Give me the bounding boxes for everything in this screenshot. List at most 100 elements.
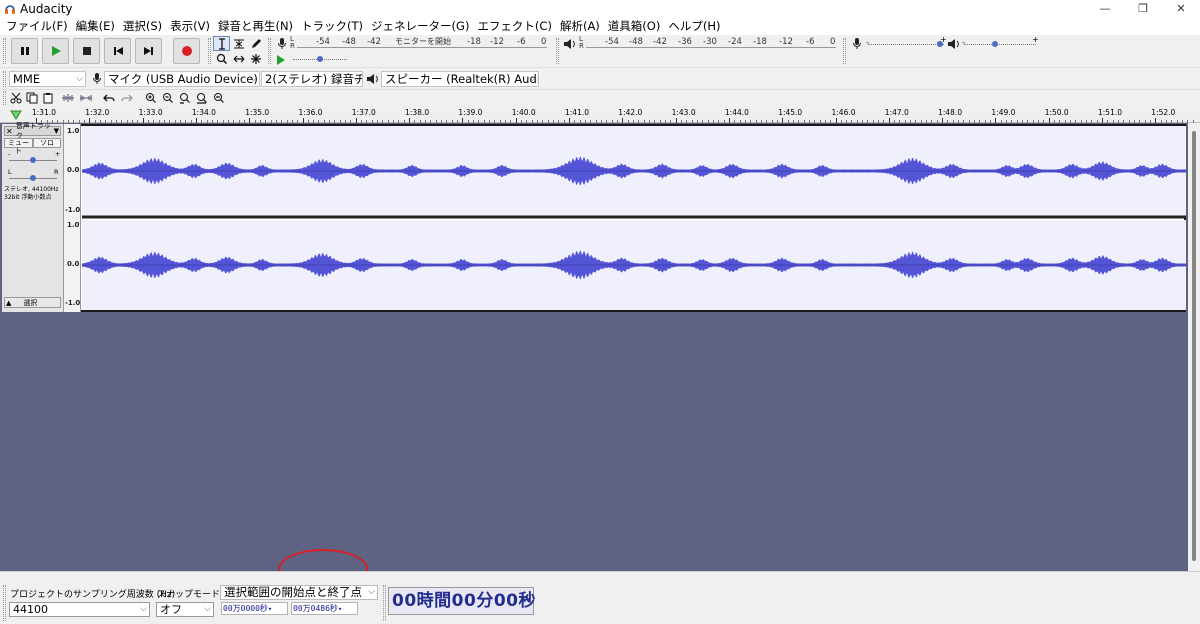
close-button[interactable]: ✕	[1162, 0, 1200, 17]
playback-volume-slider[interactable]	[964, 44, 1036, 45]
silence-button[interactable]	[78, 90, 94, 106]
select-track-button[interactable]: ▲ 選択	[4, 297, 61, 308]
stop-button[interactable]	[73, 38, 100, 64]
project-rate-select[interactable]: 44100 ⌵	[9, 602, 150, 617]
playback-volume-thumb[interactable]	[992, 41, 998, 47]
waveform[interactable]	[82, 126, 1186, 310]
fit-selection-button[interactable]	[177, 90, 193, 106]
amplitude-label: -1.0	[65, 299, 81, 307]
minimize-button[interactable]: —	[1086, 0, 1124, 17]
toolbar-grip[interactable]	[3, 585, 6, 621]
playback-speed-thumb[interactable]	[317, 56, 323, 62]
scissors-icon	[10, 92, 22, 104]
menu-edit[interactable]: 編集(E)	[72, 18, 119, 34]
toolbar-grip[interactable]	[3, 38, 6, 64]
chevron-down-icon: ▾	[337, 605, 343, 613]
play-button[interactable]	[42, 38, 69, 64]
close-track-icon[interactable]: ✕	[6, 127, 13, 136]
meter-tick: -42	[653, 37, 667, 47]
menu-generate[interactable]: ジェネレーター(G)	[367, 18, 473, 34]
toolbar-main: L R -54 -48 -42 モニターを開始 -18 -12 -6 0 L R…	[0, 35, 1200, 68]
vertical-scrollbar[interactable]	[1188, 123, 1200, 571]
toolbar-grip[interactable]	[3, 71, 6, 87]
audio-host-select[interactable]: MME ⌵	[9, 71, 86, 87]
audacity-window: Audacity — ❐ ✕ ファイル(F) 編集(E) 選択(S) 表示(V)…	[0, 0, 1200, 624]
solo-button[interactable]: ソロ	[33, 138, 61, 148]
ruler-time-label: 1:31.0	[32, 108, 56, 117]
snap-mode-select[interactable]: オフ ⌵	[156, 602, 214, 617]
redo-button[interactable]	[118, 90, 134, 106]
menu-effect[interactable]: エフェクト(C)	[473, 18, 556, 34]
vertical-scrollbar-thumb[interactable]	[1192, 131, 1196, 561]
ibeam-icon	[218, 37, 225, 50]
meter-tick: -18	[467, 37, 481, 47]
audio-track[interactable]	[2, 124, 1186, 312]
menu-file[interactable]: ファイル(F)	[2, 18, 72, 34]
record-meter[interactable]: L R -54 -48 -42 モニターを開始 -18 -12 -6 0	[289, 35, 555, 50]
playback-device-select[interactable]: スピーカー (Realtek(R) Audio) ⌵	[381, 71, 539, 87]
snap-mode-value: オフ	[160, 603, 182, 616]
menu-tools[interactable]: 道具箱(O)	[604, 18, 665, 34]
track-control-panel: ✕ 音声トラック ▼ ミュート ソロ - + L R ステレオ, 44100Hz…	[2, 122, 64, 312]
menu-transport[interactable]: 録音と再生(N)	[214, 18, 297, 34]
timeshift-tool-button[interactable]	[230, 51, 247, 66]
gain-thumb[interactable]	[30, 157, 36, 163]
pause-button[interactable]	[11, 38, 38, 64]
multi-tool-button[interactable]	[247, 51, 264, 66]
track-info-format: ステレオ, 44100Hz	[4, 186, 59, 193]
selection-end-time[interactable]: 00万0486秒▾	[291, 602, 358, 615]
menu-help[interactable]: ヘルプ(H)	[664, 18, 724, 34]
cut-button[interactable]	[8, 90, 24, 106]
meter-right-label: R	[290, 42, 295, 50]
recording-volume-icon-button	[848, 36, 865, 51]
collapse-icon[interactable]: ▲	[6, 299, 11, 307]
toolbar-grip[interactable]	[556, 38, 559, 64]
zoom-out-button[interactable]	[160, 90, 176, 106]
track-name-menu[interactable]: ✕ 音声トラック ▼	[4, 122, 61, 140]
record-button[interactable]	[173, 38, 200, 64]
audio-position-time[interactable]: 00時間00分00秒 ▾	[388, 587, 535, 615]
timeline-ruler[interactable]: 1:31.0 1:32.0 1:33.0 1:34.0 1:35.0 1:36.0 1:37…	[0, 106, 1200, 123]
fit-project-button[interactable]	[194, 90, 210, 106]
playback-meter[interactable]: L R -54 -48 -42 -36 -30 -24 -18 -12 -6 0	[578, 35, 844, 50]
recording-device-select[interactable]: マイク (USB Audio Device) ⌵	[104, 71, 260, 87]
pan-thumb[interactable]	[30, 175, 36, 181]
selection-start-time[interactable]: 00万0000秒▾	[221, 602, 288, 615]
playback-meter-button[interactable]	[561, 36, 578, 51]
ruler-time-label: 1:51.0	[1098, 108, 1122, 117]
trim-button[interactable]	[60, 90, 76, 106]
undo-button[interactable]	[101, 90, 117, 106]
toolbar-grip[interactable]	[3, 91, 6, 105]
meter-monitor-label[interactable]: モニターを開始	[395, 36, 451, 47]
toolbar-grip[interactable]	[383, 585, 386, 621]
draw-tool-button[interactable]	[247, 36, 264, 51]
toolbar-grip[interactable]	[268, 38, 271, 64]
menu-view[interactable]: 表示(V)	[166, 18, 214, 34]
audio-host-value: MME	[13, 72, 41, 86]
selection-mode-select[interactable]: 選択範囲の開始点と終了点 ⌵	[220, 585, 378, 600]
meter-right-label: R	[579, 42, 584, 50]
mute-button[interactable]: ミュート	[4, 138, 33, 155]
toolbar-grip[interactable]	[208, 38, 211, 64]
chevron-down-icon: ⌵	[529, 74, 536, 84]
play-at-speed-button[interactable]	[272, 52, 289, 67]
toolbar-grip[interactable]	[843, 38, 846, 64]
menu-analyze[interactable]: 解析(A)	[556, 18, 604, 34]
menu-select[interactable]: 選択(S)	[119, 18, 166, 34]
menu-tracks[interactable]: トラック(T)	[297, 18, 367, 34]
play-icon	[276, 54, 285, 65]
zoom-in-button[interactable]	[143, 90, 159, 106]
recording-volume-slider[interactable]	[868, 44, 944, 45]
selection-tool-button[interactable]	[213, 36, 230, 51]
envelope-tool-button[interactable]	[230, 36, 247, 51]
copy-button[interactable]	[24, 90, 40, 106]
skip-start-button[interactable]	[104, 38, 131, 64]
paste-button[interactable]	[40, 90, 56, 106]
zoom-toggle-button[interactable]	[211, 90, 227, 106]
recording-channels-select[interactable]: 2(ステレオ) 録音チ ⌵	[261, 71, 363, 87]
zoom-tool-button[interactable]	[213, 51, 230, 66]
skip-end-button[interactable]	[135, 38, 162, 64]
maximize-button[interactable]: ❐	[1124, 0, 1162, 17]
chevron-down-icon: ⌵	[353, 74, 360, 84]
record-meter-button[interactable]	[273, 36, 290, 51]
